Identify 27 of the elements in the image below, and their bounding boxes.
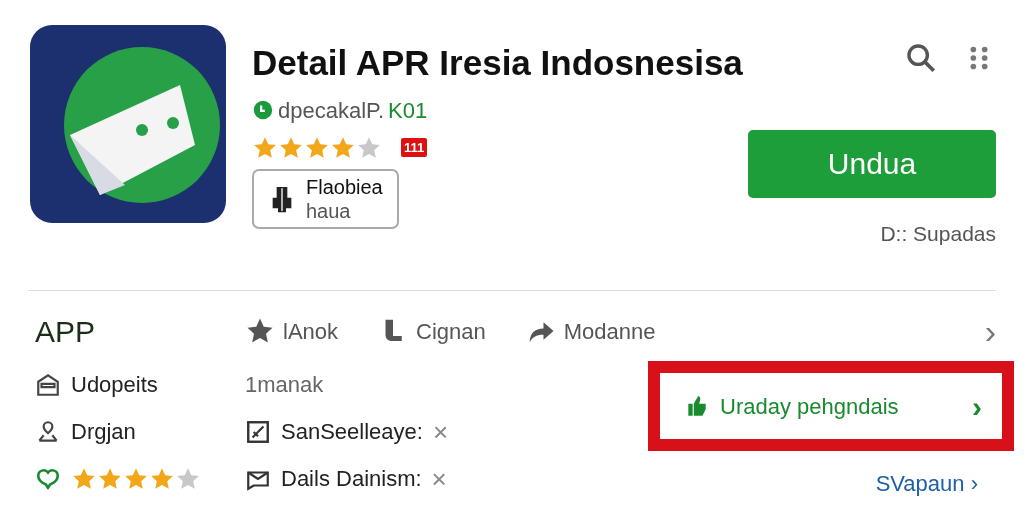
app-title: Detail APR Iresia Indosnesisa: [252, 42, 743, 84]
count-badge: 111: [400, 137, 428, 158]
remove-button[interactable]: ×: [431, 465, 447, 492]
action-label[interactable]: Modanne: [563, 314, 656, 348]
search-icon[interactable]: [904, 41, 938, 75]
info-label: Dails Dainism:: [281, 465, 422, 493]
developer-name[interactable]: dpecakalP.: [278, 93, 384, 127]
info-label: Drgjan: [71, 418, 136, 446]
action-label[interactable]: lAnok: [283, 314, 339, 348]
size-note: D:: Supadas: [880, 220, 996, 247]
verified-icon: [252, 99, 274, 121]
developer-code: K01: [388, 96, 428, 125]
edit-icon: [245, 418, 271, 445]
info-label: Udopeits: [71, 371, 158, 399]
remove-button[interactable]: ×: [432, 418, 449, 445]
chevron-icon[interactable]: ›: [984, 314, 996, 348]
action-label[interactable]: Cignan: [416, 314, 486, 348]
info-value: 1manak: [245, 371, 324, 399]
download-button[interactable]: Undua: [748, 129, 996, 198]
chevron-icon: ›: [972, 383, 982, 429]
link[interactable]: SVapaun ›: [875, 467, 978, 500]
highlighted-button[interactable]: Uraday pehgndais ›: [648, 361, 1014, 451]
tag-label: Flaobiea: [306, 174, 383, 199]
info-label: SanSeelleaye:: [281, 418, 423, 446]
section-title: APP: [35, 313, 97, 350]
building-icon: [35, 371, 61, 398]
tag-label: haua: [306, 198, 352, 223]
